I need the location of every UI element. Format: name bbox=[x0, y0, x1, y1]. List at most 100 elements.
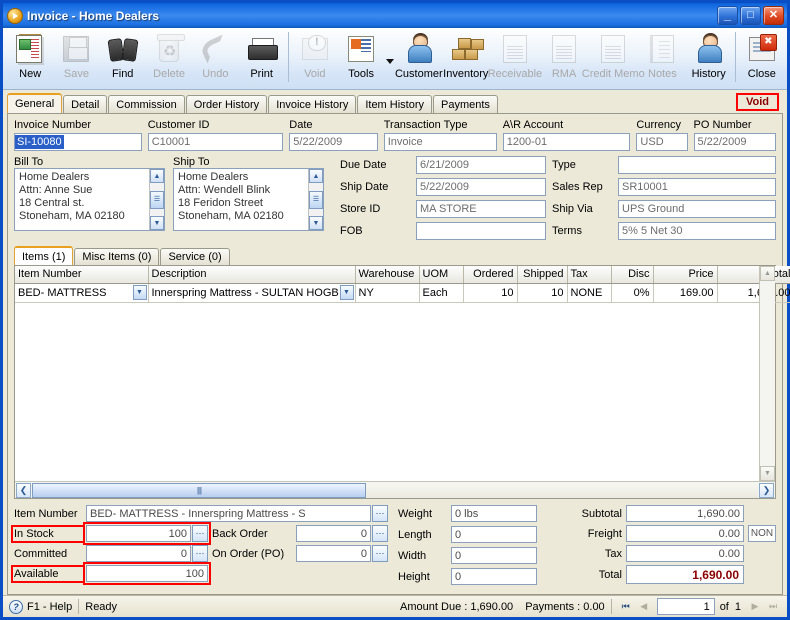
col-item-number[interactable]: Item Number bbox=[15, 266, 149, 284]
ar-account-input[interactable]: 1200-01 bbox=[502, 133, 631, 151]
cell-price[interactable]: 169.00 bbox=[653, 283, 718, 303]
toolbar-print-button[interactable]: Print bbox=[238, 30, 284, 88]
minimize-button[interactable]: _ bbox=[717, 6, 738, 25]
ship-date-input[interactable]: 5/22/2009 bbox=[416, 178, 546, 196]
previous-record-icon[interactable]: ◀ bbox=[636, 599, 652, 615]
tab-order-history[interactable]: Order History bbox=[185, 95, 268, 113]
date-input[interactable]: 5/22/2009 bbox=[289, 133, 378, 151]
col-disc[interactable]: Disc bbox=[611, 266, 654, 284]
col-price[interactable]: Price bbox=[653, 266, 718, 284]
fob-input[interactable] bbox=[416, 222, 546, 240]
table-row[interactable]: BED- MATTRESS ▼ Innerspring Mattress - S… bbox=[15, 283, 790, 303]
scroll-up-icon[interactable]: ▲ bbox=[760, 266, 775, 281]
toolbar-notes-button[interactable]: Notes bbox=[639, 30, 685, 88]
col-tax[interactable]: Tax bbox=[567, 266, 612, 284]
currency-input[interactable]: USD bbox=[636, 133, 688, 151]
page-number-input[interactable]: 1 bbox=[656, 598, 715, 615]
col-warehouse[interactable]: Warehouse bbox=[355, 266, 420, 284]
toolbar-tools-button[interactable]: Tools bbox=[338, 30, 384, 88]
tools-dropdown-arrow-icon[interactable] bbox=[384, 30, 395, 86]
scroll-thumb[interactable]: ☰ bbox=[309, 190, 323, 209]
customer-id-input[interactable]: C10001 bbox=[147, 133, 284, 151]
committed-lookup-icon[interactable]: ⋯ bbox=[192, 545, 208, 562]
col-ordered[interactable]: Ordered bbox=[463, 266, 518, 284]
height-input[interactable]: 0 bbox=[451, 568, 537, 585]
toolbar-history-button[interactable]: History bbox=[686, 30, 732, 88]
ship-to-scrollbar[interactable]: ▲ ☰ ▼ bbox=[308, 169, 323, 230]
scroll-up-icon[interactable]: ▲ bbox=[309, 169, 323, 183]
cell-warehouse[interactable]: NY bbox=[355, 283, 420, 303]
scroll-thumb[interactable]: ☰ bbox=[150, 190, 164, 209]
ship-via-input[interactable]: UPS Ground bbox=[618, 200, 776, 218]
cell-item-number[interactable]: BED- MATTRESS ▼ bbox=[15, 283, 149, 303]
subtab-service[interactable]: Service (0) bbox=[160, 248, 230, 265]
bill-to-textarea[interactable]: Home Dealers Attn: Anne Sue 18 Central s… bbox=[14, 168, 165, 231]
freight-input[interactable]: 0.00 bbox=[626, 525, 744, 542]
tab-payments[interactable]: Payments bbox=[433, 95, 498, 113]
maximize-button[interactable]: □ bbox=[740, 6, 761, 25]
available-input[interactable]: 100 bbox=[86, 565, 208, 582]
hscroll-thumb[interactable]: |||| bbox=[32, 482, 366, 498]
close-button[interactable]: ✕ bbox=[763, 6, 784, 25]
on-order-po-lookup-icon[interactable]: ⋯ bbox=[372, 545, 388, 562]
col-description[interactable]: Description bbox=[148, 266, 356, 284]
sales-rep-input[interactable]: SR10001 bbox=[618, 178, 776, 196]
scroll-up-icon[interactable]: ▲ bbox=[150, 169, 164, 183]
toolbar-save-button[interactable]: Save bbox=[53, 30, 99, 88]
toolbar-credit-memo-button[interactable]: Credit Memo bbox=[582, 30, 645, 88]
cell-shipped[interactable]: 10 bbox=[517, 283, 568, 303]
tab-general[interactable]: General bbox=[7, 93, 63, 113]
type-input[interactable] bbox=[618, 156, 776, 174]
col-shipped[interactable]: Shipped bbox=[517, 266, 568, 284]
toolbar-customer-button[interactable]: Customer bbox=[395, 30, 443, 88]
scroll-down-icon[interactable]: ▼ bbox=[760, 466, 775, 481]
first-record-icon[interactable]: ⏮ bbox=[618, 599, 634, 615]
tab-item-history[interactable]: Item History bbox=[357, 95, 433, 113]
next-record-icon[interactable]: ▶ bbox=[747, 599, 763, 615]
toolbar-delete-button[interactable]: Delete bbox=[146, 30, 192, 88]
toolbar-find-button[interactable]: Find bbox=[100, 30, 146, 88]
length-input[interactable]: 0 bbox=[451, 526, 537, 543]
col-total[interactable]: Total bbox=[717, 266, 790, 284]
cell-disc[interactable]: 0% bbox=[611, 283, 654, 303]
back-order-lookup-icon[interactable]: ⋯ bbox=[372, 525, 388, 542]
transaction-type-input[interactable]: Invoice bbox=[383, 133, 497, 151]
in-stock-lookup-icon[interactable]: ⋯ bbox=[192, 525, 208, 542]
items-grid-vertical-scrollbar[interactable]: ▲ ▼ bbox=[759, 266, 775, 481]
last-record-icon[interactable]: ⏭ bbox=[765, 599, 781, 615]
scroll-right-icon[interactable]: ❯ bbox=[759, 482, 774, 498]
toolbar-close-button[interactable]: Close bbox=[739, 30, 785, 88]
detail-item-number-input[interactable]: BED- MATTRESS - Innerspring Mattress - S bbox=[86, 505, 371, 522]
freight-tax-code[interactable]: NON bbox=[748, 525, 776, 542]
scroll-down-icon[interactable]: ▼ bbox=[150, 216, 164, 230]
cell-uom[interactable]: Each bbox=[419, 283, 464, 303]
hscroll-track[interactable]: |||| bbox=[32, 482, 758, 498]
on-order-po-input[interactable]: 0 bbox=[296, 545, 371, 562]
subtab-items[interactable]: Items (1) bbox=[14, 246, 74, 265]
toolbar-undo-button[interactable]: Undo bbox=[192, 30, 238, 88]
col-uom[interactable]: UOM bbox=[419, 266, 464, 284]
help-section[interactable]: ? F1 - Help bbox=[3, 596, 78, 617]
cell-ordered[interactable]: 10 bbox=[463, 283, 518, 303]
chevron-down-icon[interactable]: ▼ bbox=[132, 284, 147, 300]
invoice-number-input[interactable]: SI-10080 bbox=[14, 133, 142, 151]
store-id-input[interactable]: MA STORE bbox=[416, 200, 546, 218]
tab-commission[interactable]: Commission bbox=[108, 95, 185, 113]
cell-total[interactable]: 1,690.00 bbox=[717, 283, 790, 303]
due-date-input[interactable]: 6/21/2009 bbox=[416, 156, 546, 174]
cell-tax[interactable]: NONE bbox=[567, 283, 612, 303]
toolbar-new-button[interactable]: New bbox=[7, 30, 53, 88]
po-number-input[interactable]: 5/22/2009 bbox=[693, 133, 777, 151]
back-order-input[interactable]: 0 bbox=[296, 525, 371, 542]
toolbar-inventory-button[interactable]: Inventory bbox=[443, 30, 489, 88]
toolbar-void-button[interactable]: Void bbox=[292, 30, 338, 88]
width-input[interactable]: 0 bbox=[451, 547, 537, 564]
tab-invoice-history[interactable]: Invoice History bbox=[268, 95, 357, 113]
chevron-down-icon[interactable]: ▼ bbox=[339, 284, 354, 300]
subtab-misc-items[interactable]: Misc Items (0) bbox=[74, 248, 160, 265]
weight-input[interactable]: 0 lbs bbox=[451, 505, 537, 522]
items-grid-horizontal-scrollbar[interactable]: ❮ |||| ❯ bbox=[15, 481, 775, 498]
toolbar-rma-button[interactable]: RMA bbox=[541, 30, 587, 88]
scroll-left-icon[interactable]: ❮ bbox=[16, 482, 31, 498]
terms-input[interactable]: 5% 5 Net 30 bbox=[618, 222, 776, 240]
